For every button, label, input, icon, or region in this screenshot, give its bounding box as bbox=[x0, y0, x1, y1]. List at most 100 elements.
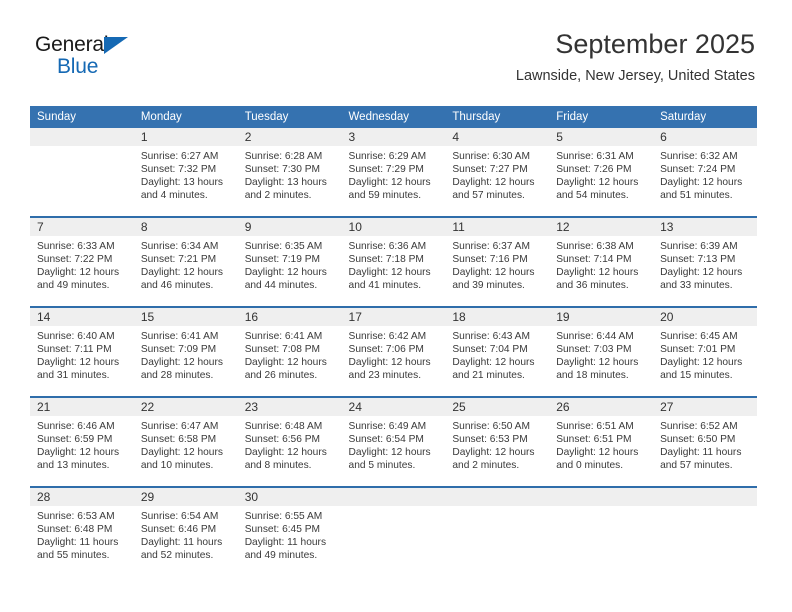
day-number: 5 bbox=[549, 128, 654, 146]
sunset-time: Sunset: 7:32 PM bbox=[140, 164, 217, 176]
calendar-day-cell[interactable]: 21 Sunrise: 6:46 AM Sunset: 6:59 PM Dayligh… bbox=[30, 396, 134, 487]
calendar-day-cell[interactable]: 29 Sunrise: 6:54 AM Sunset: 6:46 PM Dayligh… bbox=[133, 486, 238, 576]
sunset-time: Sunset: 7:18 PM bbox=[348, 254, 424, 266]
calendar-day-cell[interactable]: 26 Sunrise: 6:51 AM Sunset: 6:51 PM Dayligh… bbox=[549, 396, 654, 487]
calendar-week-row: 1 Sunrise: 6:27 AM Sunset: 7:32 PM Daylight… bbox=[30, 128, 757, 217]
day-cell: 30 Sunrise: 6:55 AM Sunset: 6:45 PM Dayligh… bbox=[237, 488, 342, 576]
daylight-duration-line1: Daylight: 11 hours bbox=[244, 537, 327, 549]
calendar-day-cell[interactable]: 30 Sunrise: 6:55 AM Sunset: 6:45 PM Dayligh… bbox=[237, 486, 342, 576]
weekday-header-thursday: Thursday bbox=[445, 106, 550, 128]
day-cell: 3 Sunrise: 6:29 AM Sunset: 7:29 PM Daylight… bbox=[341, 128, 446, 216]
sunrise-time: Sunrise: 6:38 AM bbox=[556, 241, 634, 252]
calendar-day-cell[interactable]: 9 Sunrise: 6:35 AM Sunset: 7:19 PM Daylight… bbox=[237, 216, 342, 307]
calendar-day-cell[interactable]: 15 Sunrise: 6:41 AM Sunset: 7:09 PM Dayligh… bbox=[133, 306, 238, 397]
day-cell-empty bbox=[549, 488, 654, 576]
calendar-header-row: Sunday Monday Tuesday Wednesday Thursday… bbox=[30, 106, 757, 128]
sunset-time: Sunset: 7:09 PM bbox=[140, 344, 217, 356]
day-cell: 27 Sunrise: 6:52 AM Sunset: 6:50 PM Dayligh… bbox=[653, 398, 757, 486]
calendar-day-cell[interactable]: 25 Sunrise: 6:50 AM Sunset: 6:53 PM Dayligh… bbox=[445, 396, 550, 487]
day-sun-info: Sunrise: 6:36 AM Sunset: 7:18 PM Daylight:… bbox=[342, 236, 446, 292]
sunrise-time: Sunrise: 6:36 AM bbox=[348, 241, 427, 252]
calendar-day-cell[interactable]: 20 Sunrise: 6:45 AM Sunset: 7:01 PM Dayligh… bbox=[653, 306, 757, 397]
day-number: 22 bbox=[133, 398, 238, 416]
sunrise-time: Sunrise: 6:41 AM bbox=[244, 331, 323, 342]
calendar-day-cell[interactable]: 13 Sunrise: 6:39 AM Sunset: 7:13 PM Dayligh… bbox=[653, 216, 757, 307]
day-sun-info: Sunrise: 6:28 AM Sunset: 7:30 PM Daylight:… bbox=[238, 146, 342, 202]
calendar-day-cell bbox=[549, 486, 654, 576]
daylight-duration-line2: and 44 minutes. bbox=[244, 280, 318, 292]
calendar-day-cell[interactable]: 24 Sunrise: 6:49 AM Sunset: 6:54 PM Dayligh… bbox=[341, 396, 446, 487]
day-cell: 21 Sunrise: 6:46 AM Sunset: 6:59 PM Dayligh… bbox=[30, 398, 134, 486]
sunrise-time: Sunrise: 6:50 AM bbox=[452, 421, 530, 432]
day-sun-info: Sunrise: 6:41 AM Sunset: 7:09 PM Daylight:… bbox=[134, 326, 238, 382]
daylight-duration-line1: Daylight: 12 hours bbox=[660, 267, 743, 279]
calendar-day-cell[interactable]: 23 Sunrise: 6:48 AM Sunset: 6:56 PM Dayligh… bbox=[237, 396, 342, 487]
daylight-duration-line2: and 2 minutes. bbox=[244, 190, 312, 202]
calendar-day-cell[interactable]: 19 Sunrise: 6:44 AM Sunset: 7:03 PM Dayligh… bbox=[549, 306, 654, 397]
calendar-day-cell[interactable]: 12 Sunrise: 6:38 AM Sunset: 7:14 PM Dayligh… bbox=[549, 216, 654, 307]
calendar-day-cell[interactable]: 7 Sunrise: 6:33 AM Sunset: 7:22 PM Daylight… bbox=[30, 216, 134, 307]
day-sun-info: Sunrise: 6:31 AM Sunset: 7:26 PM Daylight:… bbox=[549, 146, 653, 202]
sunset-time: Sunset: 6:53 PM bbox=[452, 434, 528, 446]
calendar-day-cell[interactable]: 18 Sunrise: 6:43 AM Sunset: 7:04 PM Dayligh… bbox=[445, 306, 550, 397]
day-number: 1 bbox=[133, 128, 238, 146]
daylight-duration-line2: and 51 minutes. bbox=[660, 190, 733, 202]
sunset-time: Sunset: 7:30 PM bbox=[244, 164, 321, 176]
sunset-time: Sunset: 7:24 PM bbox=[660, 164, 736, 176]
day-number: 19 bbox=[549, 308, 654, 326]
sunrise-time: Sunrise: 6:28 AM bbox=[244, 151, 323, 162]
daylight-duration-line2: and 36 minutes. bbox=[556, 280, 629, 292]
day-sun-info: Sunrise: 6:54 AM Sunset: 6:46 PM Daylight:… bbox=[134, 506, 238, 562]
daylight-duration-line1: Daylight: 11 hours bbox=[37, 537, 119, 549]
daylight-duration-line1: Daylight: 12 hours bbox=[140, 447, 223, 459]
day-number: 8 bbox=[133, 218, 238, 236]
calendar-day-cell[interactable]: 1 Sunrise: 6:27 AM Sunset: 7:32 PM Daylight… bbox=[133, 128, 238, 217]
day-cell: 14 Sunrise: 6:40 AM Sunset: 7:11 PM Dayligh… bbox=[30, 308, 134, 396]
daylight-duration-line1: Daylight: 12 hours bbox=[37, 357, 120, 369]
calendar-day-cell[interactable]: 16 Sunrise: 6:41 AM Sunset: 7:08 PM Dayligh… bbox=[237, 306, 342, 397]
daylight-duration-line2: and 57 minutes. bbox=[452, 190, 525, 202]
day-number: 18 bbox=[445, 308, 550, 326]
day-sun-info: Sunrise: 6:33 AM Sunset: 7:22 PM Daylight:… bbox=[30, 236, 134, 292]
sunrise-time: Sunrise: 6:40 AM bbox=[37, 331, 115, 342]
daylight-duration-line1: Daylight: 12 hours bbox=[556, 177, 639, 189]
sunset-time: Sunset: 7:19 PM bbox=[244, 254, 321, 266]
day-number: 6 bbox=[653, 128, 757, 146]
sunset-time: Sunset: 7:08 PM bbox=[244, 344, 321, 356]
sunrise-time: Sunrise: 6:51 AM bbox=[556, 421, 634, 432]
sunrise-time: Sunrise: 6:41 AM bbox=[140, 331, 219, 342]
calendar-day-cell[interactable]: 28 Sunrise: 6:53 AM Sunset: 6:48 PM Dayligh… bbox=[30, 486, 134, 576]
day-number: 15 bbox=[133, 308, 238, 326]
calendar-day-cell[interactable]: 14 Sunrise: 6:40 AM Sunset: 7:11 PM Dayligh… bbox=[30, 306, 134, 397]
sunrise-time: Sunrise: 6:45 AM bbox=[660, 331, 738, 342]
sunset-time: Sunset: 7:13 PM bbox=[660, 254, 736, 266]
daylight-duration-line1: Daylight: 12 hours bbox=[556, 447, 639, 459]
calendar-day-cell[interactable]: 5 Sunrise: 6:31 AM Sunset: 7:26 PM Daylight… bbox=[549, 128, 654, 217]
day-number bbox=[341, 488, 446, 506]
daylight-duration-line1: Daylight: 12 hours bbox=[348, 447, 431, 459]
calendar-day-cell[interactable]: 2 Sunrise: 6:28 AM Sunset: 7:30 PM Daylight… bbox=[237, 128, 342, 217]
calendar-day-cell[interactable]: 11 Sunrise: 6:37 AM Sunset: 7:16 PM Dayligh… bbox=[445, 216, 550, 307]
day-sun-info: Sunrise: 6:46 AM Sunset: 6:59 PM Daylight:… bbox=[30, 416, 134, 472]
day-sun-info: Sunrise: 6:41 AM Sunset: 7:08 PM Daylight:… bbox=[238, 326, 342, 382]
day-number: 12 bbox=[549, 218, 654, 236]
calendar-day-cell[interactable]: 4 Sunrise: 6:30 AM Sunset: 7:27 PM Daylight… bbox=[445, 128, 550, 217]
calendar-day-cell[interactable]: 8 Sunrise: 6:34 AM Sunset: 7:21 PM Daylight… bbox=[133, 216, 238, 307]
calendar-day-cell[interactable]: 3 Sunrise: 6:29 AM Sunset: 7:29 PM Daylight… bbox=[341, 128, 446, 217]
day-sun-info: Sunrise: 6:49 AM Sunset: 6:54 PM Daylight:… bbox=[342, 416, 446, 472]
calendar-day-cell[interactable]: 27 Sunrise: 6:52 AM Sunset: 6:50 PM Dayligh… bbox=[653, 396, 757, 487]
calendar-day-cell[interactable]: 22 Sunrise: 6:47 AM Sunset: 6:58 PM Dayligh… bbox=[133, 396, 238, 487]
logo-word-blue: Blue bbox=[57, 55, 99, 78]
day-sun-info: Sunrise: 6:53 AM Sunset: 6:48 PM Daylight:… bbox=[30, 506, 134, 562]
sunset-time: Sunset: 7:16 PM bbox=[452, 254, 528, 266]
calendar-week-row: 21 Sunrise: 6:46 AM Sunset: 6:59 PM Dayligh… bbox=[30, 396, 757, 487]
calendar-day-cell[interactable]: 6 Sunrise: 6:32 AM Sunset: 7:24 PM Daylight… bbox=[653, 128, 757, 217]
daylight-duration-line1: Daylight: 12 hours bbox=[140, 267, 223, 279]
daylight-duration-line2: and 28 minutes. bbox=[140, 370, 214, 382]
daylight-duration-line1: Daylight: 12 hours bbox=[556, 357, 639, 369]
day-cell: 18 Sunrise: 6:43 AM Sunset: 7:04 PM Dayligh… bbox=[445, 308, 550, 396]
calendar-body: 1 Sunrise: 6:27 AM Sunset: 7:32 PM Daylight… bbox=[30, 128, 757, 576]
daylight-duration-line1: Daylight: 12 hours bbox=[660, 177, 743, 189]
calendar-day-cell[interactable]: 17 Sunrise: 6:42 AM Sunset: 7:06 PM Dayligh… bbox=[341, 306, 446, 397]
calendar-day-cell[interactable]: 10 Sunrise: 6:36 AM Sunset: 7:18 PM Dayligh… bbox=[341, 216, 446, 307]
